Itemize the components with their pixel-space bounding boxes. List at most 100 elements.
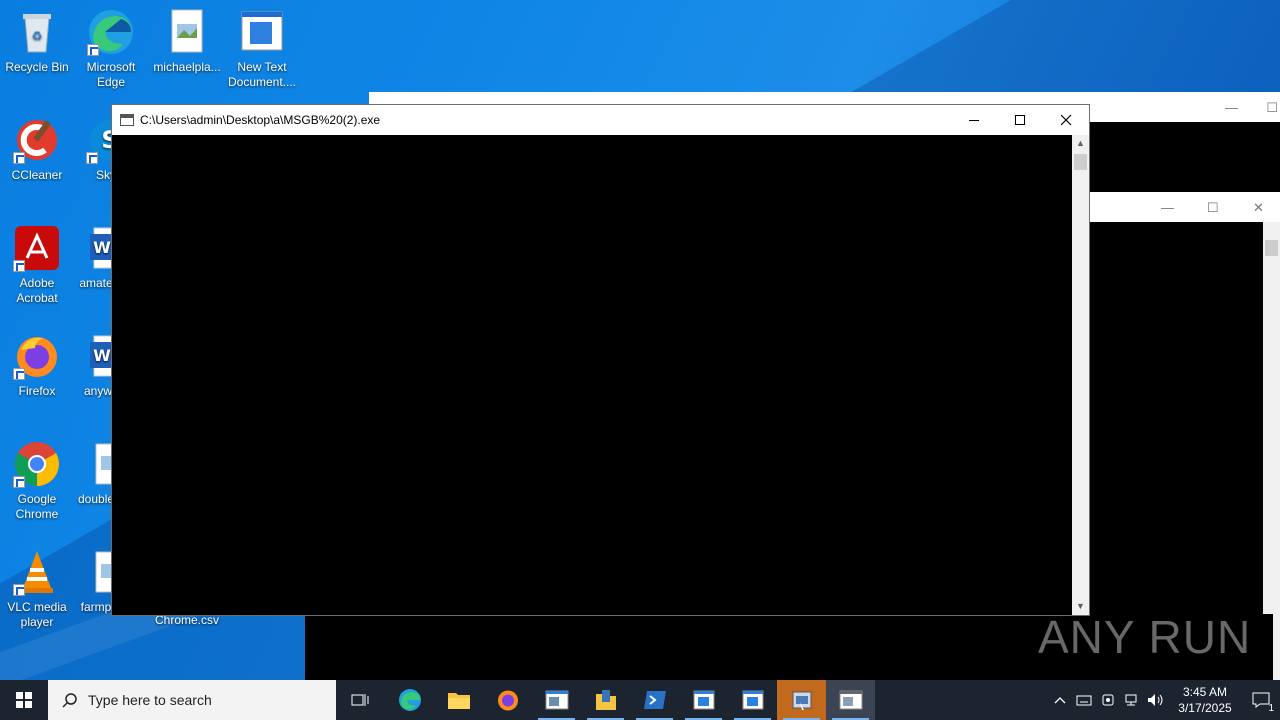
desktop-icon-microsoft-edge[interactable]: Microsoft Edge [74,8,148,90]
image-file-icon [163,8,211,56]
console-app-icon[interactable] [120,114,134,126]
minimize-icon[interactable]: — [1225,100,1238,115]
icon-label: michaelpla... [153,60,221,74]
text-document-icon [693,690,714,710]
skype-icon: S [86,116,114,164]
start-button[interactable] [0,680,48,720]
clock-time: 3:45 AM [1182,685,1228,699]
desktop-icon-word-amate[interactable]: W amate [74,224,114,291]
desktop-icon-recycle-bin[interactable]: ♻ Recycle Bin [0,8,74,75]
notification-count: 1 [1268,703,1274,714]
task-view-button[interactable] [336,680,385,720]
device-icon[interactable] [1096,680,1120,720]
minimize-icon[interactable]: — [1161,200,1174,215]
minimize-button[interactable] [951,105,997,135]
taskbar-window-4[interactable] [728,680,777,720]
maximize-button[interactable] [997,105,1043,135]
maximize-icon [1015,115,1025,125]
taskbar-window-3[interactable] [679,680,728,720]
notification-icon [1252,692,1270,708]
python-folder-icon [595,690,616,710]
desktop-icon-firefox[interactable]: Firefox [0,332,74,399]
background-window-2[interactable] [1089,122,1280,192]
anyrun-watermark: ANY RUN [1038,611,1252,663]
desktop-icon-skype[interactable]: S Sky [74,116,114,183]
recycle-bin-icon: ♻ [13,8,61,56]
desktop-icon-michaelpla[interactable]: michaelpla... [150,8,224,75]
icon-label: CCleaner [11,168,63,182]
text-document-icon [238,8,286,56]
chevron-up-icon[interactable] [1048,680,1072,720]
taskbar-file-explorer[interactable] [434,680,483,720]
window-title: C:\Users\admin\Desktop\a\MSGB%20(2).exe [140,113,381,127]
scroll-up-icon[interactable]: ▲ [1072,135,1089,152]
adobe-acrobat-icon [13,224,61,272]
firefox-icon [13,332,61,380]
microsoft-edge-icon [87,8,135,56]
taskbar-window-2[interactable] [581,680,630,720]
taskbar-window-5[interactable] [777,680,826,720]
minimize-icon [969,119,979,121]
console-titlebar[interactable]: C:\Users\admin\Desktop\a\MSGB%20(2).exe [112,105,1089,135]
window-app-icon [545,690,568,710]
desktop-icon-farmp[interactable]: farmp [74,548,114,615]
background-scrollbar[interactable] [1263,222,1280,680]
desktop-icon-google-chrome[interactable]: Google Chrome [0,440,74,522]
word-document-icon: W [86,224,114,272]
svg-text:♻: ♻ [32,29,43,43]
close-icon [1060,114,1072,126]
search-placeholder: Type here to search [88,692,212,708]
taskbar-firefox[interactable] [483,680,532,720]
console-window[interactable]: C:\Users\admin\Desktop\a\MSGB%20(2).exe … [111,104,1090,616]
desktop-icon-double[interactable]: double [74,440,114,507]
icon-label: double [78,492,114,506]
taskbar-window-1[interactable] [532,680,581,720]
search-icon [62,693,77,708]
icon-label: New Text Document.... [227,60,297,89]
desktop-icon-vlc[interactable]: VLC media player [0,548,74,630]
icon-label: anyw [83,384,112,398]
network-icon[interactable] [1120,680,1144,720]
icon-label: VLC media player [7,600,67,629]
desktop-icon-word-anyw[interactable]: W anyw [74,332,114,399]
folder-icon [447,693,470,709]
volume-icon[interactable] [1144,680,1168,720]
system-tray: 3:45 AM 3/17/2025 1 [1048,680,1280,720]
icon-label: farmp [80,600,112,614]
powershell-icon [643,691,666,709]
taskbar: Type here to search 3:45 AM 3/17/2025 1 [0,680,1280,720]
close-button[interactable] [1043,105,1089,135]
maximize-icon[interactable]: ☐ [1207,200,1219,216]
icon-label: amate [79,276,113,290]
clock-date: 3/17/2025 [1178,701,1232,715]
keyboard-icon[interactable] [1072,680,1096,720]
installer-icon [792,691,811,710]
desktop-icon-ccleaner[interactable]: CCleaner [0,116,74,183]
taskbar-window-6[interactable] [826,680,875,720]
scroll-thumb[interactable] [1074,154,1087,170]
taskbar-powershell[interactable] [630,680,679,720]
icon-label: Microsoft Edge [86,60,136,89]
edge-icon [398,689,421,711]
desktop-icon-new-text-document[interactable]: New Text Document.... [225,8,299,90]
icon-label: Adobe Acrobat [16,276,58,305]
taskbar-clock[interactable]: 3:45 AM 3/17/2025 [1168,684,1242,716]
icon-label: Recycle Bin [5,60,69,74]
windows-logo-icon [16,692,32,708]
taskbar-edge[interactable] [385,680,434,720]
vertical-scrollbar[interactable]: ▲ ▼ [1072,135,1089,615]
notification-center-button[interactable]: 1 [1242,680,1280,720]
console-output-area[interactable] [112,135,1072,615]
maximize-icon[interactable]: ☐ [1266,100,1278,116]
close-icon[interactable]: ✕ [1253,200,1264,216]
icon-label: Google Chrome [15,492,59,521]
taskbar-search-box[interactable]: Type here to search [48,680,336,720]
task-view-icon [351,694,368,706]
google-chrome-icon [13,440,61,488]
desktop-icon-adobe-acrobat[interactable]: Adobe Acrobat [0,224,74,306]
icon-label: Firefox [18,384,56,398]
background-window-3-titlebar[interactable]: — ☐ ✕ [1089,192,1280,222]
background-window-3[interactable]: — ☐ ✕ [1089,192,1280,680]
text-document-icon [742,690,763,710]
word-document-icon: W [86,332,114,380]
